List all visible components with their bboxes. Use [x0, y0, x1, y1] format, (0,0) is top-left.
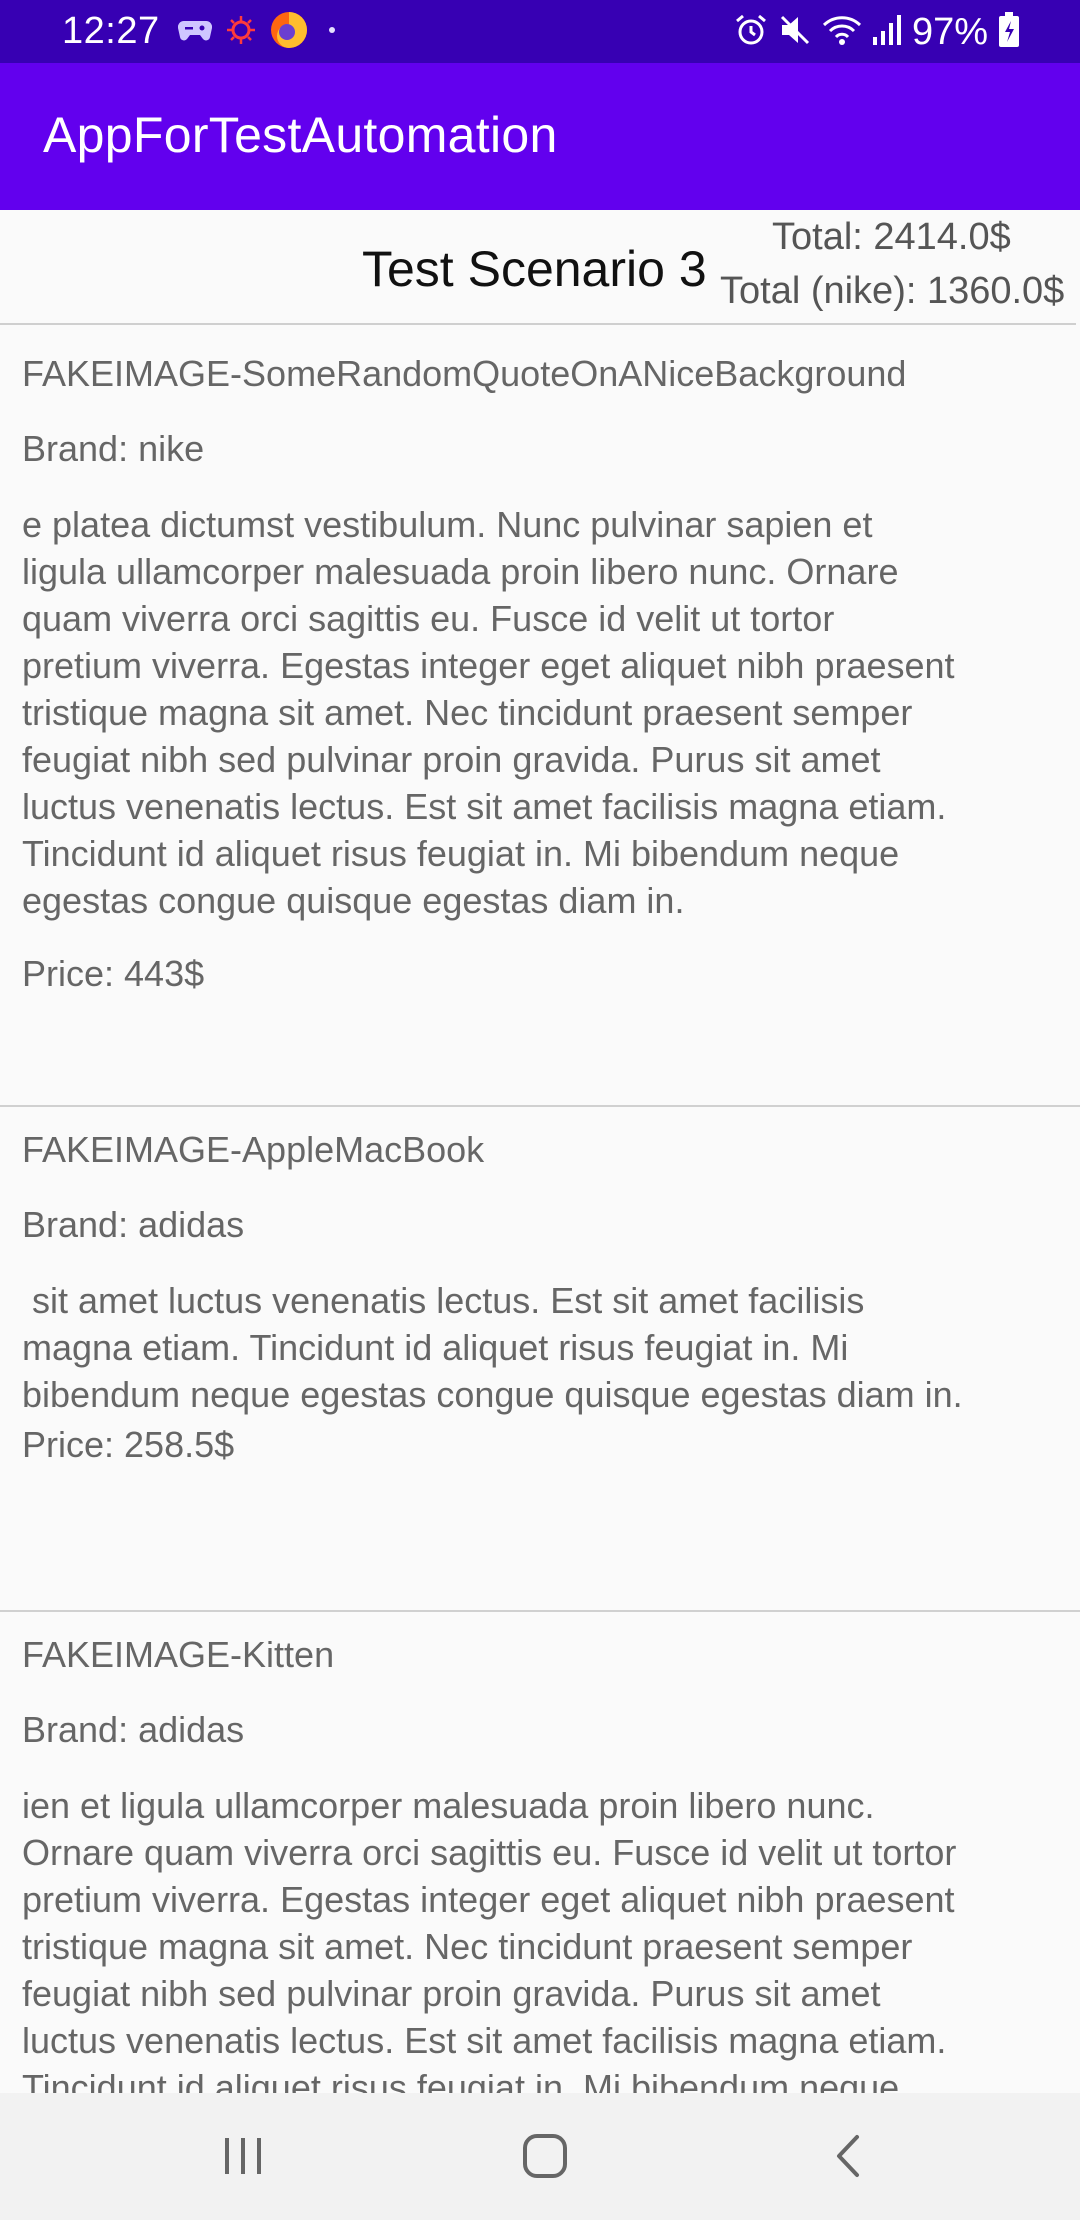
alarm-icon [734, 13, 768, 52]
app-title: AppForTestAutomation [43, 107, 558, 163]
notification-icons [177, 11, 342, 54]
back-button[interactable] [808, 2123, 888, 2193]
list-item[interactable]: FAKEIMAGE-AppleMacBook Brand: adidas sit… [0, 1107, 1080, 1609]
home-icon [522, 2133, 568, 2184]
firefox-icon [270, 11, 308, 54]
mute-icon [778, 13, 812, 52]
product-list[interactable]: FAKEIMAGE-SomeRandomQuoteOnANiceBackgrou… [0, 325, 1080, 2093]
list-item[interactable]: FAKEIMAGE-SomeRandomQuoteOnANiceBackgrou… [0, 325, 1080, 1106]
scenario-header: Test Scenario 3 Total: 2414.0$ Total (ni… [0, 210, 1080, 324]
game-controller-icon [177, 17, 213, 48]
item-description: ien et ligula ullamcorper malesuada proi… [22, 1785, 957, 2093]
item-price: Price: 443$ [22, 953, 205, 994]
battery-icon [998, 11, 1020, 53]
item-description: e platea dictumst vestibulum. Nunc pulvi… [22, 504, 955, 921]
item-image-name: FAKEIMAGE-SomeRandomQuoteOnANiceBackgrou… [22, 353, 907, 394]
recents-icon [221, 2136, 265, 2181]
status-time: 12:27 [62, 10, 160, 52]
item-description: sit amet luctus venenatis lectus. Est si… [22, 1280, 963, 1415]
recents-button[interactable] [203, 2123, 283, 2193]
total-nike-label: Total (nike): 1360.0$ [720, 270, 1065, 312]
navigation-bar [0, 2093, 1080, 2220]
wifi-icon [822, 13, 862, 52]
app-bar: AppForTestAutomation [0, 63, 1080, 210]
system-status-icons: 97% [734, 10, 1020, 54]
signal-icon [872, 13, 902, 52]
item-brand: Brand: adidas [22, 1204, 245, 1245]
virus-icon [226, 15, 256, 50]
home-button[interactable] [505, 2123, 585, 2193]
scenario-title: Test Scenario 3 [362, 241, 707, 297]
item-brand: Brand: adidas [22, 1709, 245, 1750]
item-brand: Brand: nike [22, 428, 205, 469]
item-image-name: FAKEIMAGE-AppleMacBook [22, 1129, 485, 1170]
battery-percentage: 97% [911, 10, 988, 53]
list-item[interactable]: FAKEIMAGE-Kitten Brand: adidas ien et li… [0, 1612, 1080, 2093]
total-label: Total: 2414.0$ [772, 216, 1011, 258]
item-image-name: FAKEIMAGE-Kitten [22, 1634, 335, 1675]
dot-icon [322, 20, 342, 45]
back-icon [833, 2133, 863, 2184]
status-bar: 12:27 97% [0, 0, 1080, 63]
item-price: Price: 258.5$ [22, 1424, 235, 1465]
